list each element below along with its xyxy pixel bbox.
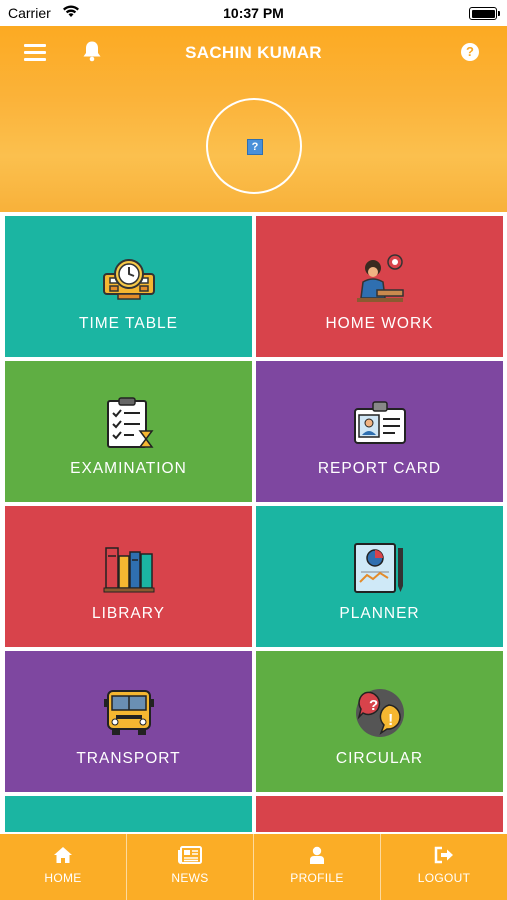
battery-icon — [469, 7, 500, 20]
tile-book[interactable] — [5, 796, 252, 832]
nav-label: NEWS — [171, 871, 209, 885]
tile-label: LIBRARY — [91, 605, 166, 622]
tile-examination[interactable]: EXAMINATION — [5, 361, 252, 502]
student-studying-icon — [256, 252, 503, 304]
nav-profile[interactable]: PROFILE — [254, 834, 381, 900]
tile-circular[interactable]: ? ! CIRCULAR — [256, 651, 503, 792]
tile-transport[interactable]: TRANSPORT — [5, 651, 252, 792]
clock-icon — [5, 252, 252, 304]
tile-label: HOME WORK — [325, 315, 434, 332]
newspaper-icon — [127, 846, 253, 864]
bottom-navigation: HOME NEWS PROFILE LOGOUT — [0, 834, 507, 900]
page-title: SACHIN KUMAR — [185, 43, 322, 62]
clock-time: 10:37 PM — [223, 5, 284, 21]
avatar[interactable]: ? — [206, 98, 302, 194]
status-bar: Carrier 10:37 PM — [0, 0, 507, 26]
speech-bubbles-icon: ? ! — [256, 687, 503, 739]
user-icon — [254, 846, 380, 864]
tile-label: EXAMINATION — [70, 460, 187, 477]
svg-text:?: ? — [369, 697, 378, 714]
menu-grid: TIME TABLE HOME WORK EXAMINATION REPORT … — [0, 212, 507, 832]
books-icon — [5, 542, 252, 594]
tile-label: TIME TABLE — [78, 315, 178, 332]
nav-logout[interactable]: LOGOUT — [381, 834, 507, 900]
tile-planner[interactable]: PLANNER — [256, 506, 503, 647]
tile-time-table[interactable]: TIME TABLE — [5, 216, 252, 357]
tile-label: TRANSPORT — [76, 750, 181, 767]
tile-label: CIRCULAR — [335, 750, 424, 767]
tile-extra[interactable] — [256, 796, 503, 832]
app-header: SACHIN KUMAR ? ? — [0, 26, 507, 212]
nav-label: PROFILE — [290, 871, 344, 885]
nav-label: LOGOUT — [417, 871, 471, 885]
avatar-placeholder-icon: ? — [247, 139, 263, 155]
school-bus-icon — [5, 687, 252, 739]
tile-label: REPORT CARD — [317, 460, 442, 477]
nav-home[interactable]: HOME — [0, 834, 127, 900]
nav-news[interactable]: NEWS — [127, 834, 254, 900]
nav-label: HOME — [44, 871, 82, 885]
tile-label: PLANNER — [339, 605, 420, 622]
svg-text:!: ! — [388, 712, 393, 729]
tile-report-card[interactable]: REPORT CARD — [256, 361, 503, 502]
planner-chart-icon — [256, 542, 503, 594]
clipboard-checklist-icon — [5, 397, 252, 449]
tile-home-work[interactable]: HOME WORK — [256, 216, 503, 357]
home-icon — [0, 846, 126, 864]
id-card-icon — [256, 397, 503, 449]
logout-icon — [381, 846, 507, 864]
help-icon[interactable]: ? — [461, 43, 479, 61]
tile-library[interactable]: LIBRARY — [5, 506, 252, 647]
